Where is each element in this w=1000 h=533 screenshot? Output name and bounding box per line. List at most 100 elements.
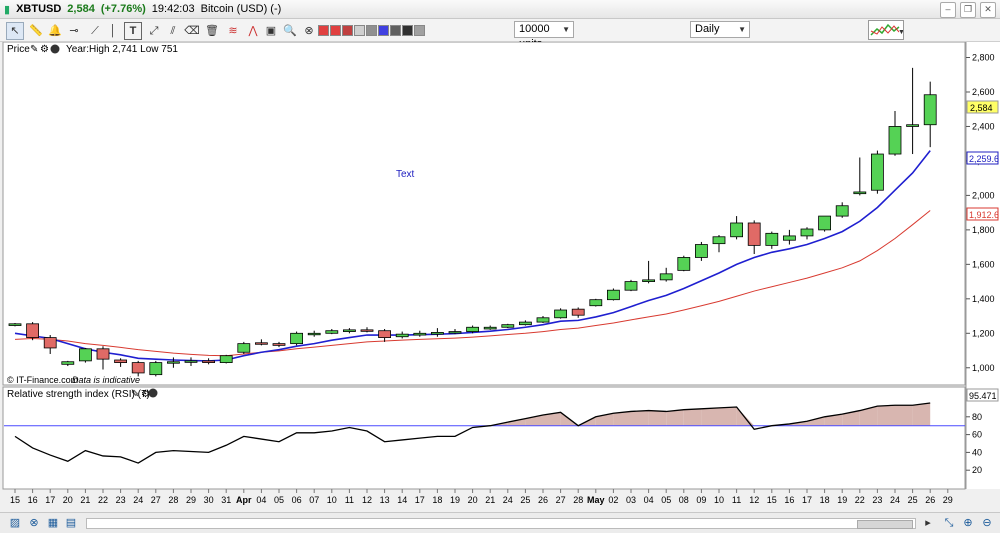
rsi-panel[interactable]: [2, 386, 966, 490]
rsi-overbought-area: [683, 408, 702, 426]
pencil-icon[interactable]: ✎: [30, 44, 38, 55]
vertical-line-icon[interactable]: │: [104, 22, 122, 40]
last-price: 2,584: [67, 3, 95, 15]
rsi-y-tick-label: 20: [972, 465, 982, 475]
chevron-down-icon: ▼: [562, 25, 570, 34]
price-y-tick-label: 2,800: [972, 53, 995, 63]
candle-down: [43, 337, 57, 349]
period-value: Daily: [695, 23, 720, 35]
zoom-fit-icon[interactable]: ⤡: [942, 516, 956, 530]
candle-up: [765, 232, 779, 246]
scroll-end-icon[interactable]: ▸: [921, 516, 935, 530]
candle-down: [254, 342, 268, 345]
x-tick-label: 23: [872, 495, 882, 505]
color-swatch-red-2[interactable]: [330, 25, 341, 36]
x-tick-label: 28: [573, 495, 583, 505]
close-icon[interactable]: ✕: [980, 2, 996, 18]
candle-up: [536, 317, 550, 323]
text-annotation[interactable]: Text: [396, 169, 415, 180]
price-panel[interactable]: [2, 42, 966, 386]
price-y-tick-label: 2,400: [972, 121, 995, 131]
save-icon[interactable]: ⊗: [27, 516, 41, 530]
link-icon[interactable]: ⊗: [300, 22, 318, 40]
candle-up: [730, 222, 743, 238]
color-swatch-darkred[interactable]: [342, 25, 353, 36]
zoom-icon[interactable]: 🔍: [281, 22, 299, 40]
x-tick-label: 21: [80, 495, 90, 505]
rsi-overbought-area: [912, 403, 931, 426]
x-tick-label: 29: [943, 495, 953, 505]
x-tick-label: 30: [204, 495, 214, 505]
pointer-icon[interactable]: ↖: [6, 22, 24, 40]
year-range: Year:High 2,741 Low 751: [66, 44, 178, 55]
candle-up: [624, 281, 638, 291]
minimize-icon[interactable]: –: [940, 2, 956, 18]
candle-down: [747, 222, 761, 246]
indicators-button[interactable]: ▼: [868, 20, 905, 40]
candle-up: [237, 343, 251, 353]
x-tick-label: 31: [221, 495, 231, 505]
fan-icon[interactable]: ⋀: [244, 22, 262, 40]
color-swatch-darkgray[interactable]: [390, 25, 401, 36]
candle-up: [395, 333, 409, 338]
x-tick-label: 12: [362, 495, 372, 505]
print-icon[interactable]: ▤: [64, 516, 78, 530]
chart-type-icon[interactable]: ▨: [8, 516, 22, 530]
rsi-legend: Relative strength index (RSI) (7): [7, 389, 150, 400]
candle-up: [342, 329, 356, 332]
x-tick-label: 20: [468, 495, 478, 505]
settings-icon[interactable]: ⚙: [40, 44, 49, 55]
x-tick-label: 17: [802, 495, 812, 505]
period-dropdown[interactable]: Daily ▼: [690, 21, 750, 38]
restore-icon[interactable]: ❐: [960, 2, 976, 18]
text-tool-icon[interactable]: T: [124, 22, 142, 40]
x-tick-label: 24: [133, 495, 143, 505]
candle-up: [783, 235, 796, 241]
color-swatch-black[interactable]: [402, 25, 413, 36]
horizontal-line-icon[interactable]: ⊸: [65, 22, 83, 40]
parallel-lines-icon[interactable]: ⫽: [164, 22, 182, 40]
trend-line-icon[interactable]: ⟋: [86, 22, 104, 40]
rsi-overbought-area: [666, 409, 684, 426]
bell-icon[interactable]: 🔔: [46, 22, 64, 40]
time-scrollbar[interactable]: [86, 518, 916, 529]
x-tick-label: 18: [432, 495, 442, 505]
x-tick-label: 12: [749, 495, 759, 505]
x-tick-label: 11: [732, 495, 741, 505]
ruler-icon[interactable]: 📏: [27, 22, 45, 40]
status-bar: ▨ ⊗ ▦ ▤ ▸ ⤡ ⊕ ⊖: [0, 512, 1000, 533]
x-tick-label: 27: [151, 495, 161, 505]
rectangle-tool-icon[interactable]: ▣: [262, 22, 280, 40]
pencil-icon[interactable]: ✎: [131, 389, 139, 400]
x-tick-label: 13: [380, 495, 390, 505]
svg-text:▼: ▼: [898, 29, 903, 36]
fibonacci-icon[interactable]: ≋: [224, 22, 242, 40]
x-tick-label: 22: [98, 495, 108, 505]
candle-up: [184, 360, 198, 363]
x-tick-label: 26: [925, 495, 935, 505]
layout-icon[interactable]: ▦: [46, 516, 60, 530]
price-y-tick-label: 1,000: [972, 363, 995, 373]
scrollbar-thumb[interactable]: [857, 520, 913, 529]
color-swatch-silver[interactable]: [414, 25, 425, 36]
close-panel-icon[interactable]: [50, 44, 60, 54]
candle-up: [466, 326, 480, 332]
eraser-icon[interactable]: ⌫: [183, 22, 201, 40]
settings-icon[interactable]: ⚙: [141, 389, 150, 400]
candle-down: [202, 360, 216, 363]
trash-icon[interactable]: 🗑: [203, 22, 221, 40]
candle-up: [888, 126, 902, 155]
zoom-in-icon[interactable]: ⊕: [961, 516, 975, 530]
zoom-out-icon[interactable]: ⊖: [980, 516, 994, 530]
chart-area[interactable]: 2,8002,6002,4002,2002,0001,8001,6001,400…: [0, 42, 1000, 512]
candle-up: [8, 323, 22, 326]
close-panel-icon[interactable]: [148, 388, 158, 398]
color-swatch-blue[interactable]: [378, 25, 389, 36]
color-swatch-red[interactable]: [318, 25, 329, 36]
color-swatch-lightgray[interactable]: [354, 25, 365, 36]
candle-down: [96, 348, 110, 360]
arrow-line-icon[interactable]: ⤢: [145, 22, 163, 40]
color-swatch-gray[interactable]: [366, 25, 377, 36]
units-dropdown[interactable]: 10000 units ▼: [514, 21, 574, 50]
x-tick-label: 18: [820, 495, 830, 505]
